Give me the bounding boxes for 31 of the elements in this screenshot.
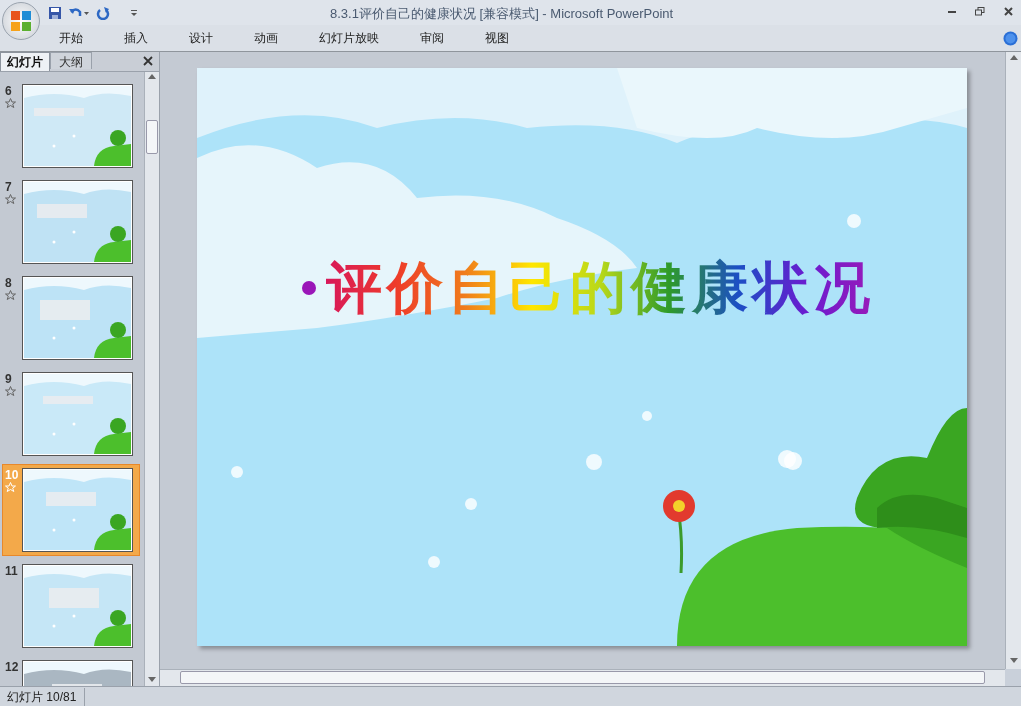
ribbon-tab[interactable]: 开始 xyxy=(48,29,94,47)
scrollbar[interactable] xyxy=(144,72,159,686)
status-text: 幻灯片 10/81 xyxy=(0,687,86,706)
window-title: 8.3.1评价自己的健康状况 [兼容模式] - Microsoft PowerPoint xyxy=(330,5,674,23)
slide-number: 8 xyxy=(5,276,12,290)
office-button[interactable] xyxy=(2,2,40,40)
ribbon-tab[interactable]: 幻灯片放映 xyxy=(308,29,390,47)
ribbon-tab[interactable]: 设计 xyxy=(178,29,224,47)
close-icon xyxy=(142,55,154,67)
ribbon-tab[interactable]: 审阅 xyxy=(409,29,455,47)
ribbon-tab[interactable]: 动画 xyxy=(243,29,289,47)
slide-number: 9 xyxy=(5,372,12,386)
slide-number: 11 xyxy=(5,564,18,578)
minimize-icon xyxy=(948,9,956,13)
slide-number: 7 xyxy=(5,180,12,194)
scrollbar[interactable] xyxy=(1005,52,1021,669)
scrollbar[interactable] xyxy=(160,669,1005,686)
close-icon xyxy=(1003,6,1013,16)
slide-number: 12 xyxy=(5,660,19,674)
pane-tab[interactable]: 大纲 xyxy=(50,52,92,69)
restore-icon xyxy=(975,6,985,16)
close-pane-button[interactable] xyxy=(142,55,154,67)
office-logo-icon xyxy=(10,10,32,32)
slide-number: 6 xyxy=(5,84,12,98)
customize-icon[interactable] xyxy=(130,8,138,17)
save-icon[interactable] xyxy=(48,5,62,20)
ribbon-tab[interactable]: 视图 xyxy=(474,29,520,47)
ribbon-tab[interactable]: 插入 xyxy=(113,29,159,47)
slide-number: 10 xyxy=(5,468,19,482)
redo-icon[interactable] xyxy=(96,5,110,20)
pane-tab[interactable]: 幻灯片 xyxy=(0,52,50,71)
